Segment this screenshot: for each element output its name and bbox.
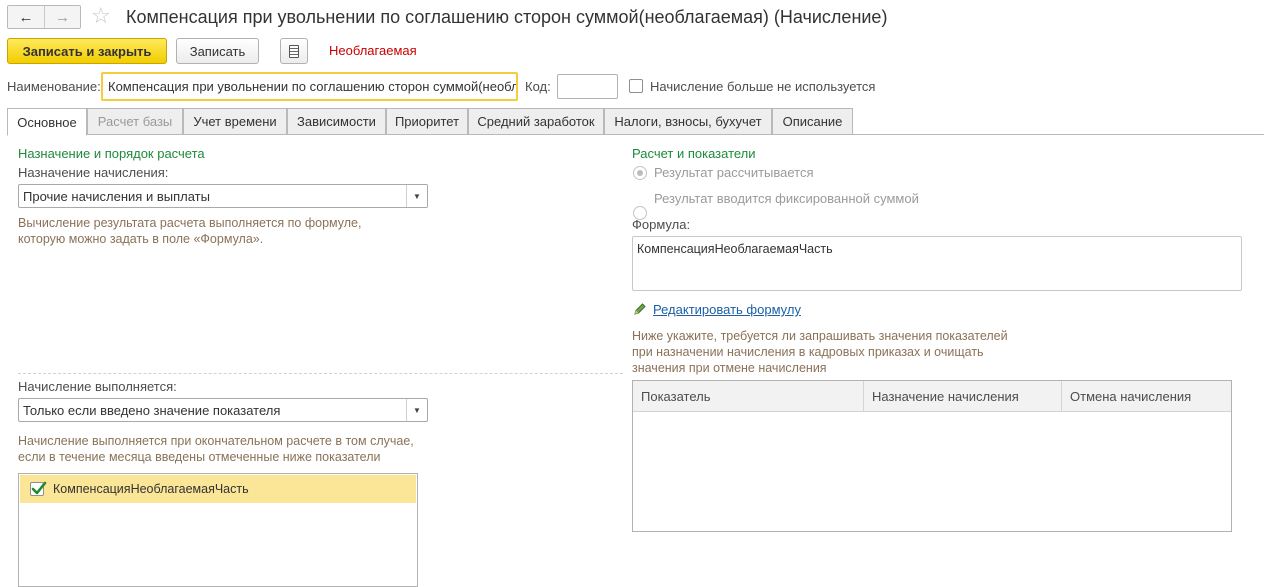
request-hint-line3: значения при отмене начисления xyxy=(632,361,827,375)
formula-field[interactable]: КомпенсацияНеоблагаемаяЧасть xyxy=(632,236,1242,291)
window-title: Компенсация при увольнении по соглашению… xyxy=(126,7,888,27)
edit-formula-link[interactable]: Редактировать формулу xyxy=(653,302,801,317)
unused-checkbox[interactable] xyxy=(629,79,643,93)
chevron-down-icon[interactable]: ▼ xyxy=(406,185,427,207)
save-and-close-button[interactable]: Записать и закрыть xyxy=(7,38,167,64)
save-button[interactable]: Записать xyxy=(176,38,259,64)
request-hint-line1: Ниже укажите, требуется ли запрашивать з… xyxy=(632,329,1008,343)
execute-label: Начисление выполняется: xyxy=(18,379,177,394)
radio-calculated[interactable] xyxy=(633,166,647,180)
name-label: Наименование: xyxy=(7,79,101,94)
tab-description[interactable]: Описание xyxy=(772,108,853,135)
purpose-hint-line1: Вычисление результата расчета выполняетс… xyxy=(18,216,362,230)
request-hint-line2: при назначении начисления в кадровых при… xyxy=(632,345,984,359)
radio-fixed-label: Результат вводится фиксированной суммой xyxy=(654,191,919,206)
checkmark-icon xyxy=(31,481,47,495)
table-header: Показатель Назначение начисления Отмена … xyxy=(633,381,1231,412)
list-item[interactable]: КомпенсацияНеоблагаемаяЧасть xyxy=(20,475,416,503)
tab-base-calculation[interactable]: Расчет базы xyxy=(87,108,183,135)
report-button[interactable] xyxy=(280,38,308,64)
navigation-buttons: ← → xyxy=(7,5,81,29)
section-separator xyxy=(18,373,623,374)
purpose-section-title: Назначение и порядок расчета xyxy=(18,146,205,161)
radio-calculated-label: Результат рассчитывается xyxy=(654,165,814,180)
tab-taxes[interactable]: Налоги, взносы, бухучет xyxy=(604,108,772,135)
pencil-icon xyxy=(633,302,647,316)
star-icon[interactable]: ☆ xyxy=(91,3,111,29)
indicators-list[interactable]: КомпенсацияНеоблагаемаяЧасть xyxy=(18,473,418,587)
tab-average-earnings[interactable]: Средний заработок xyxy=(468,108,604,135)
column-cancellation[interactable]: Отмена начисления xyxy=(1061,381,1231,412)
execute-select-value: Только если введено значение показателя xyxy=(23,402,281,418)
tab-priority[interactable]: Приоритет xyxy=(386,108,468,135)
status-label: Необлагаемая xyxy=(329,43,417,58)
column-indicator[interactable]: Показатель xyxy=(633,381,863,412)
tab-main[interactable]: Основное xyxy=(7,108,87,136)
chevron-down-icon[interactable]: ▼ xyxy=(406,399,427,421)
indicator-checkbox[interactable] xyxy=(30,481,47,496)
tab-time-accounting[interactable]: Учет времени xyxy=(183,108,287,135)
document-icon xyxy=(289,44,299,58)
purpose-hint-line2: которую можно задать в поле «Формула». xyxy=(18,232,264,246)
name-input[interactable]: Компенсация при увольнении по соглашению… xyxy=(101,72,518,101)
column-assignment[interactable]: Назначение начисления xyxy=(863,381,1061,412)
execute-hint-line1: Начисление выполняется при окончательном… xyxy=(18,434,414,448)
purpose-select-value: Прочие начисления и выплаты xyxy=(23,188,210,204)
indicators-table[interactable]: Показатель Назначение начисления Отмена … xyxy=(632,380,1232,532)
forward-arrow-icon[interactable]: → xyxy=(44,6,80,28)
code-label: Код: xyxy=(525,79,551,94)
tab-dependencies[interactable]: Зависимости xyxy=(287,108,386,135)
back-arrow-icon[interactable]: ← xyxy=(8,6,44,28)
execute-hint-line2: если в течение месяца введены отмеченные… xyxy=(18,450,381,464)
formula-label: Формула: xyxy=(632,217,691,232)
unused-label: Начисление больше не используется xyxy=(650,79,876,94)
code-input[interactable] xyxy=(557,74,618,99)
purpose-select[interactable]: Прочие начисления и выплаты ▼ xyxy=(18,184,428,208)
execute-select[interactable]: Только если введено значение показателя … xyxy=(18,398,428,422)
indicator-label: КомпенсацияНеоблагаемаяЧасть xyxy=(53,482,249,496)
purpose-label: Назначение начисления: xyxy=(18,165,169,180)
calculation-section-title: Расчет и показатели xyxy=(632,146,756,161)
